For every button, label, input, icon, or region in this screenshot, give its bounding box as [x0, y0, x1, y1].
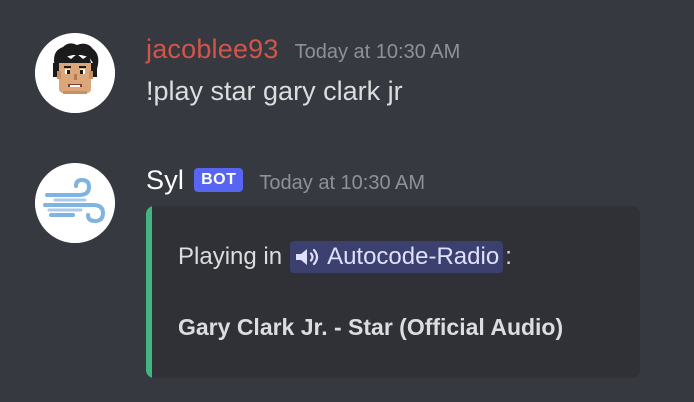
username[interactable]: Syl: [146, 165, 184, 196]
embed-prefix: Playing in: [178, 243, 283, 270]
message-embed: Playing in Autocode-Radio : Gary Clark J…: [146, 206, 640, 378]
embed-accent-bar: [146, 206, 152, 378]
message-content: !play star gary clark jr: [146, 76, 403, 106]
chat-messages: jacoblee93 Today at 10:30 AM !play star …: [0, 0, 694, 402]
embed-track-title: Gary Clark Jr. - Star (Official Audio): [178, 314, 564, 340]
embed-description: Playing in Autocode-Radio :: [178, 241, 512, 273]
username[interactable]: jacoblee93: [146, 34, 279, 65]
bot-badge: BOT: [194, 168, 244, 192]
user-avatar[interactable]: [35, 33, 115, 113]
channel-mention[interactable]: Autocode-Radio: [290, 241, 504, 273]
wind-avatar-icon: [35, 163, 115, 243]
channel-name: Autocode-Radio: [327, 243, 500, 270]
pixel-face-avatar-icon: [35, 33, 115, 113]
embed-suffix: :: [505, 243, 512, 270]
message-header: jacoblee93 Today at 10:30 AM: [146, 32, 460, 66]
message-timestamp: Today at 10:30 AM: [259, 171, 426, 194]
bot-avatar[interactable]: [35, 163, 115, 243]
message-timestamp: Today at 10:30 AM: [294, 40, 461, 63]
message-header: Syl BOT Today at 10:30 AM: [146, 163, 425, 197]
speaker-icon: [296, 248, 319, 266]
